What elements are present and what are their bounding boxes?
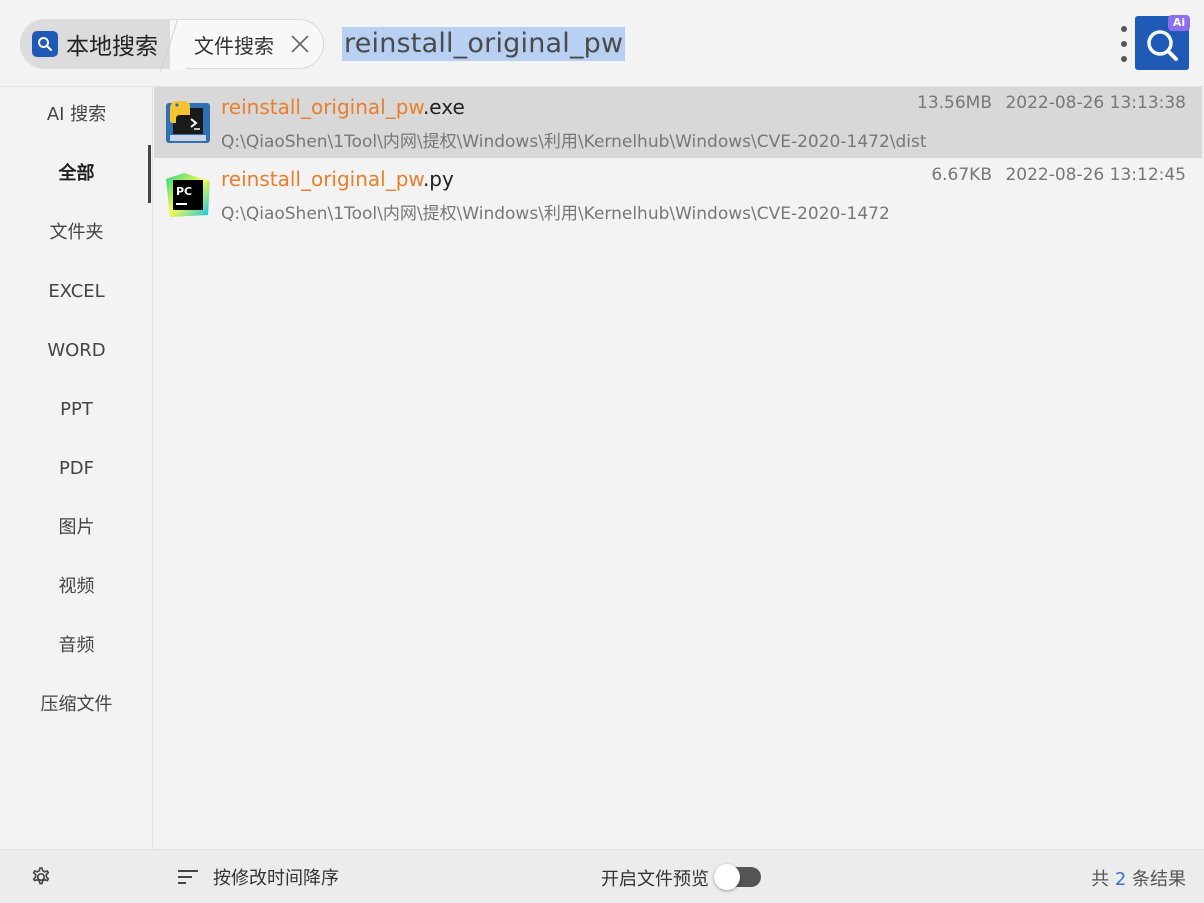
python-exe-icon: [166, 101, 210, 143]
preview-toggle-label: 开启文件预览: [601, 869, 709, 890]
more-options-icon[interactable]: [1118, 26, 1130, 62]
file-name-ext: .py: [422, 167, 454, 191]
preview-toggle[interactable]: [714, 864, 761, 890]
sidebar-item-folders[interactable]: 文件夹: [0, 213, 153, 253]
tab-local-search[interactable]: 本地搜索: [20, 19, 202, 69]
active-indicator: [148, 145, 151, 203]
results-list: reinstall_original_pw.exe Q:\QiaoShen\1T…: [154, 87, 1204, 849]
file-path: Q:\QiaoShen\1Tool\内网\提权\Windows\利用\Kerne…: [221, 204, 890, 224]
sidebar-item-ai-search[interactable]: AI 搜索: [0, 95, 153, 135]
file-path: Q:\QiaoShen\1Tool\内网\提权\Windows\利用\Kerne…: [221, 132, 927, 152]
pycharm-icon: PC: [166, 173, 210, 217]
sort-order-label[interactable]: 按修改时间降序: [213, 864, 339, 890]
file-size: 13.56MB: [917, 93, 992, 113]
search-icon: [32, 31, 58, 57]
ai-badge: Ai: [1168, 15, 1190, 31]
sidebar-item-images[interactable]: 图片: [0, 508, 153, 548]
sidebar-item-videos[interactable]: 视频: [0, 567, 153, 607]
sidebar-item-all[interactable]: 全部: [0, 154, 153, 194]
top-bar: 本地搜索 文件搜索 reinstall_original_pw Ai: [0, 0, 1204, 87]
toggle-knob: [714, 864, 740, 890]
result-count-number: 2: [1114, 869, 1127, 890]
category-sidebar: AI 搜索 全部 文件夹 EXCEL WORD PPT PDF 图片 视频 音频…: [0, 87, 153, 849]
file-date: 2022-08-26 13:12:45: [1005, 165, 1186, 185]
tab-local-search-label: 本地搜索: [66, 34, 158, 60]
result-count: 共 2 条结果: [1091, 869, 1186, 890]
result-row[interactable]: reinstall_original_pw.exe Q:\QiaoShen\1T…: [154, 87, 1202, 158]
tab-file-search[interactable]: 文件搜索: [170, 19, 324, 69]
sidebar-item-archives[interactable]: 压缩文件: [0, 685, 153, 725]
sidebar-item-pdf[interactable]: PDF: [0, 449, 153, 489]
ai-search-button[interactable]: Ai: [1135, 15, 1190, 70]
sidebar-item-excel[interactable]: EXCEL: [0, 272, 153, 312]
sidebar-item-word[interactable]: WORD: [0, 331, 153, 371]
search-mode-tabs: 本地搜索 文件搜索: [20, 19, 324, 69]
sidebar-item-ppt[interactable]: PPT: [0, 390, 153, 430]
file-date: 2022-08-26 13:13:38: [1005, 93, 1186, 113]
file-name: reinstall_original_pw.exe: [221, 95, 465, 119]
search-input[interactable]: reinstall_original_pw: [342, 27, 626, 61]
sidebar-item-audio[interactable]: 音频: [0, 626, 153, 666]
sort-icon[interactable]: [177, 868, 199, 886]
file-name-match: reinstall_original_pw: [221, 95, 423, 119]
status-bar: 按修改时间降序 开启文件预览 共 2 条结果: [0, 849, 1204, 903]
file-name-match: reinstall_original_pw: [221, 167, 423, 191]
result-row[interactable]: PC reinstall_original_pw.py Q:\QiaoShen\…: [154, 159, 1202, 230]
gear-icon[interactable]: [29, 865, 53, 889]
file-size: 6.67KB: [931, 165, 992, 185]
tab-file-search-label: 文件搜索: [194, 33, 274, 58]
file-name: reinstall_original_pw.py: [221, 167, 454, 191]
file-name-ext: .exe: [422, 95, 465, 119]
pycharm-icon-text: PC: [176, 185, 192, 198]
close-icon[interactable]: [289, 33, 311, 55]
